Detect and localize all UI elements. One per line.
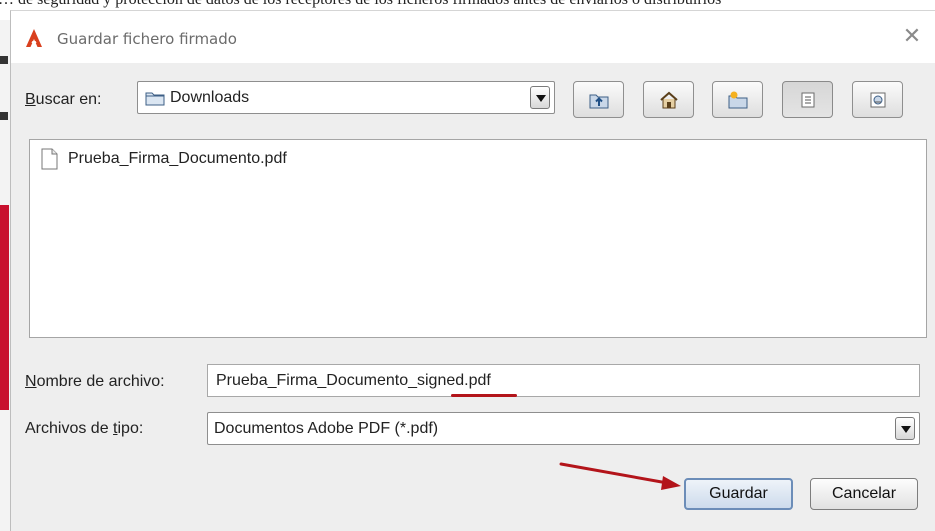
close-icon[interactable]: ✕: [901, 26, 923, 48]
folder-up-icon: [589, 94, 609, 109]
autofirma-logo-icon: [26, 29, 42, 47]
file-type-value: Documentos Adobe PDF (*.pdf): [214, 420, 439, 437]
file-name-input[interactable]: [207, 364, 920, 397]
file-type-label: Archivos de tipo:: [25, 420, 144, 437]
up-one-level-button[interactable]: [573, 81, 624, 118]
title-bar[interactable]: Guardar fichero firmado ✕: [11, 11, 935, 63]
file-list[interactable]: Prueba_Firma_Documento.pdf: [29, 139, 927, 338]
background-mark: [0, 56, 8, 64]
list-view-icon: [801, 92, 815, 108]
folder-icon: [145, 92, 165, 106]
home-icon: [660, 91, 678, 109]
list-view-button[interactable]: [782, 81, 833, 118]
annotation-arrow-icon: [559, 462, 681, 490]
background-red-bar: [0, 205, 9, 410]
chevron-down-icon[interactable]: [895, 417, 915, 440]
file-type-dropdown[interactable]: Documentos Adobe PDF (*.pdf): [207, 412, 920, 445]
details-view-icon: [870, 92, 886, 108]
details-view-button[interactable]: [852, 81, 903, 118]
look-in-dropdown[interactable]: Downloads: [137, 81, 555, 114]
file-name-label: Nombre de archivo:: [25, 373, 165, 390]
file-name: Prueba_Firma_Documento.pdf: [68, 150, 287, 167]
home-button[interactable]: [643, 81, 694, 118]
file-icon: [41, 148, 58, 170]
save-button[interactable]: Guardar: [684, 478, 793, 510]
look-in-label: Buscar en:: [25, 91, 102, 108]
background-mark: [0, 112, 8, 120]
dialog-title: Guardar fichero firmado: [57, 30, 237, 48]
look-in-value: Downloads: [170, 89, 250, 106]
chevron-down-icon[interactable]: [530, 86, 550, 109]
new-folder-button[interactable]: [712, 81, 763, 118]
cancel-button[interactable]: Cancelar: [810, 478, 918, 510]
save-file-dialog: Guardar fichero firmado ✕ Buscar en: Dow…: [10, 10, 935, 531]
new-folder-icon: [728, 91, 748, 109]
annotation-underline: [451, 394, 517, 397]
